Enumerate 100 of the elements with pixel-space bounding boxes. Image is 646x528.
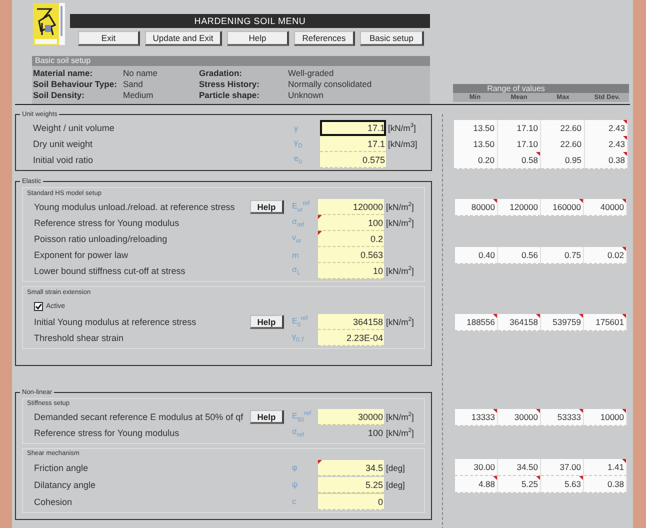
value-field[interactable]: 10 bbox=[318, 263, 384, 279]
table-header: Range of values bbox=[453, 84, 629, 93]
unit-label: [kN/m$^{2}$] bbox=[385, 218, 415, 228]
toolbar-button[interactable]: References bbox=[294, 31, 355, 46]
parameter-label: Dry unit weight bbox=[33, 139, 94, 149]
parameter-symbol: σ$_{ref}$ bbox=[291, 217, 305, 229]
range-cell: 0.95 bbox=[541, 152, 584, 169]
range-cell: 30.00 bbox=[455, 459, 498, 476]
toolbar-button[interactable]: Help bbox=[227, 31, 289, 46]
checkbox[interactable] bbox=[34, 302, 43, 310]
value-field[interactable]: 120000 bbox=[318, 199, 384, 215]
value-field[interactable]: 0.2 bbox=[318, 231, 384, 247]
parameter-label: Young modulus unload./reload. at reference stress bbox=[34, 202, 236, 212]
unit-label: [kN/m$^{3}$] bbox=[387, 123, 417, 133]
field-value: Normally consolidated bbox=[288, 79, 373, 90]
range-cell: 0.38 bbox=[584, 152, 628, 169]
value-field[interactable]: 0.563 bbox=[318, 247, 384, 263]
range-cell: 2.43 bbox=[584, 120, 628, 137]
toolbar-button[interactable]: Basic setup bbox=[360, 31, 424, 46]
parameter-label: Lower bound stiffness cut-off at stress bbox=[34, 266, 186, 276]
field-value: Well-graded bbox=[288, 68, 335, 79]
value-field[interactable]: 2.23E-04 bbox=[318, 330, 384, 346]
parameter-symbol: ψ bbox=[291, 480, 299, 489]
field-value: Medium bbox=[123, 90, 154, 101]
parameter-label: Demanded secant reference E modulus at 50% of qf bbox=[34, 412, 244, 422]
parameter-label: Exponent for power law bbox=[34, 250, 130, 260]
help-button[interactable]: Help bbox=[250, 410, 284, 424]
range-cell: 0.75 bbox=[541, 247, 584, 264]
unit-label: [deg] bbox=[385, 480, 406, 490]
value-field[interactable]: 0 bbox=[318, 494, 384, 510]
parameter-label: Initial Young modulus at reference stress bbox=[34, 317, 198, 327]
parameter-label: Friction angle bbox=[34, 462, 90, 472]
range-cell: 4.88 bbox=[455, 476, 498, 493]
value-field[interactable]: 100 bbox=[318, 215, 384, 231]
help-button[interactable]: Help bbox=[250, 200, 284, 214]
parameter-label: Dilatancy angle bbox=[34, 480, 97, 490]
range-cell: 364158 bbox=[498, 314, 541, 331]
parameter-label: Reference stress for Young modulus bbox=[34, 218, 180, 228]
range-cell: 40000 bbox=[584, 199, 627, 216]
value-field[interactable]: 17.1 bbox=[320, 120, 386, 136]
value-field[interactable]: 34.5 bbox=[318, 460, 384, 476]
unit-label: [kN/m$^{2}$] bbox=[385, 266, 415, 276]
parameter-label: Reference stress for Young modulus bbox=[34, 428, 180, 438]
field-label: Soil Behaviour Type: bbox=[33, 79, 118, 90]
parameter-symbol: γ$_{D}$ bbox=[293, 138, 304, 150]
range-cell: 34.50 bbox=[498, 459, 541, 476]
range-cell: 80000 bbox=[455, 199, 498, 216]
unit-label: [kN/m$^{2}$] bbox=[385, 428, 415, 438]
value-field[interactable]: 5.25 bbox=[318, 476, 384, 492]
range-cell: 0.02 bbox=[584, 247, 627, 264]
range-cell: 5.25 bbox=[498, 476, 541, 493]
range-cell: 5.63 bbox=[541, 476, 584, 493]
value-field[interactable]: 0.575 bbox=[320, 152, 386, 168]
logo-icon bbox=[33, 3, 65, 45]
range-cell: 0.58 bbox=[498, 152, 541, 169]
field-label: Soil Density: bbox=[33, 90, 86, 101]
range-cell: 188556 bbox=[455, 314, 498, 331]
unit-label: [deg] bbox=[385, 462, 406, 472]
parameter-label: Cohesion bbox=[34, 496, 74, 506]
range-cell: 0.40 bbox=[455, 247, 498, 264]
parameter-label: Initial void ratio bbox=[33, 155, 94, 165]
range-cell: 2.43 bbox=[584, 136, 628, 153]
help-button[interactable]: Help bbox=[250, 315, 284, 329]
parameter-label: Weight / unit volume bbox=[33, 123, 116, 133]
toolbar-button[interactable]: Update and Exit bbox=[145, 31, 222, 46]
range-cell: 539759 bbox=[541, 314, 584, 331]
value-field: 100 bbox=[318, 425, 384, 441]
range-cell: 37.00 bbox=[541, 459, 584, 476]
unit-label: [kN/m$^{2}$] bbox=[385, 412, 415, 422]
range-cell: 160000 bbox=[541, 199, 584, 216]
unit-label: [kN/m$^{2}$] bbox=[385, 202, 415, 212]
range-cell: 17.10 bbox=[498, 136, 541, 153]
range-cell: 13.50 bbox=[454, 136, 498, 153]
field-value: No name bbox=[123, 68, 158, 79]
range-cell: 1.41 bbox=[584, 459, 627, 476]
window-title: HARDENING SOIL MENU bbox=[70, 14, 430, 28]
range-cell: 30000 bbox=[498, 409, 541, 426]
range-cell: 22.60 bbox=[541, 136, 584, 153]
toolbar-button[interactable]: Exit bbox=[78, 31, 140, 46]
range-cell: 13333 bbox=[455, 409, 498, 426]
field-label: Gradation: bbox=[199, 68, 243, 79]
field-label: Stress History: bbox=[199, 79, 260, 90]
field-label: Particle shape: bbox=[199, 90, 260, 101]
range-cell: 175601 bbox=[584, 314, 627, 331]
range-cell: 120000 bbox=[498, 199, 541, 216]
parameter-symbol: σ$_{ref}$ bbox=[291, 427, 305, 439]
field-value: Unknown bbox=[288, 90, 324, 101]
parameter-symbol: γ bbox=[293, 124, 299, 132]
value-field[interactable]: 17.1 bbox=[320, 136, 386, 152]
value-field[interactable]: 364158 bbox=[318, 314, 384, 330]
parameter-label: Threshold shear strain bbox=[34, 333, 125, 343]
parameter-symbol: ν$_{ur}$ bbox=[291, 233, 302, 245]
range-cell: 0.56 bbox=[498, 247, 541, 264]
range-cell: 0.20 bbox=[454, 152, 498, 169]
range-cell: 22.60 bbox=[541, 120, 584, 137]
range-cell: 10000 bbox=[584, 409, 627, 426]
range-cell: 53333 bbox=[541, 409, 584, 426]
parameter-symbol: e$_{0}$ bbox=[293, 154, 303, 166]
value-field[interactable]: 30000 bbox=[318, 409, 384, 425]
range-cell: 17.10 bbox=[498, 120, 541, 137]
